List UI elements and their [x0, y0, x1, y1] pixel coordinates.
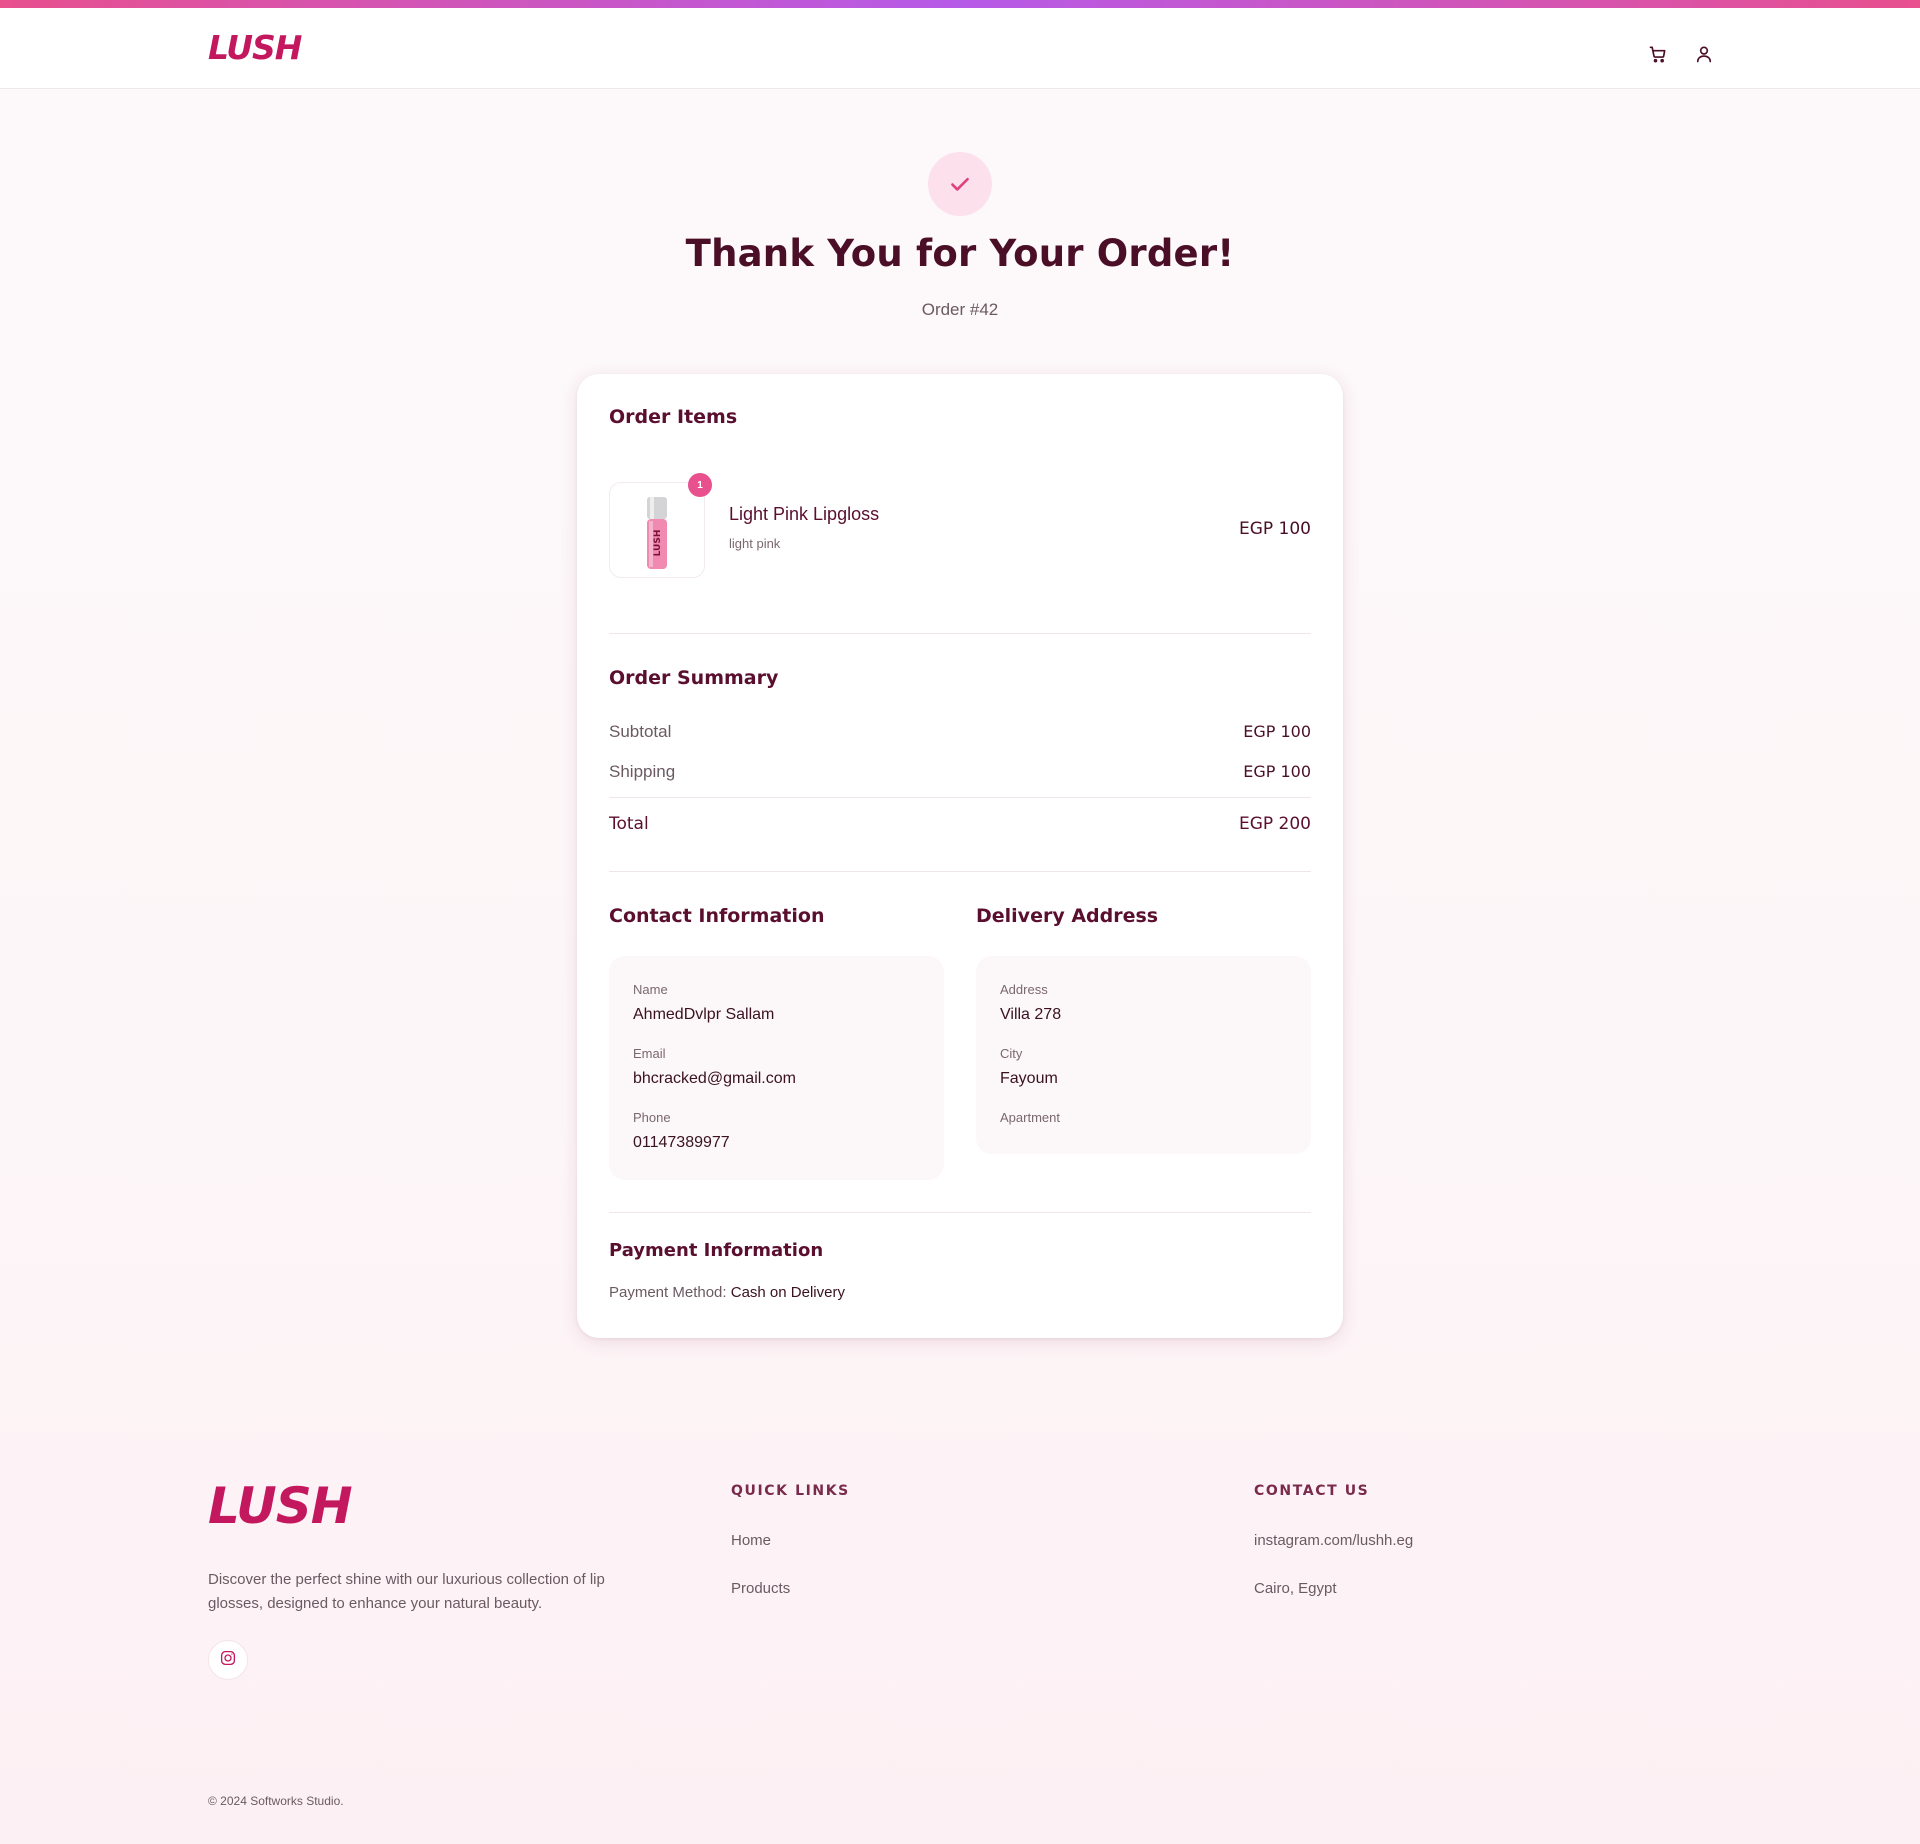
apartment-label: Apartment [1000, 1110, 1060, 1125]
footer-link-home[interactable]: Home [731, 1532, 771, 1549]
shipping-label: Shipping [609, 762, 676, 781]
shipping-value: EGP 100 [1243, 762, 1311, 781]
payment-method: Payment Method: Cash on Delivery [609, 1284, 845, 1301]
logo-text: LUSH [208, 28, 302, 67]
payment-info-heading: Payment Information [609, 1240, 824, 1261]
address-value: Villa 278 [1000, 1006, 1062, 1023]
success-check-icon [928, 152, 992, 216]
total-row: Total EGP 200 [609, 814, 1311, 834]
phone-value: 01147389977 [633, 1134, 730, 1151]
email-label: Email [633, 1046, 666, 1061]
contact-us-heading: CONTACT US [1254, 1483, 1370, 1499]
contact-info-heading: Contact Information [609, 905, 825, 927]
item-price: EGP 100 [1238, 519, 1311, 539]
quick-links-heading: QUICK LINKS [731, 1483, 850, 1499]
divider [609, 1212, 1311, 1213]
subtotal-row: Subtotal EGP 100 [609, 722, 1311, 742]
footer-instagram-link[interactable]: instagram.com/lushh.eg [1254, 1532, 1413, 1549]
footer-location: Cairo, Egypt [1254, 1580, 1337, 1597]
order-summary-heading: Order Summary [609, 667, 779, 689]
address-label: Address [1000, 982, 1048, 997]
instagram-button[interactable] [208, 1640, 248, 1680]
payment-method-label: Payment Method: [609, 1284, 727, 1301]
subtotal-value: EGP 100 [1243, 722, 1311, 741]
top-accent-bar [0, 0, 1920, 8]
city-value: Fayoum [1000, 1070, 1058, 1087]
shipping-row: Shipping EGP 100 [609, 762, 1311, 782]
item-variant: light pink [729, 536, 781, 551]
order-number: Order #42 [921, 300, 999, 319]
delivery-address-box: Address Villa 278 City Fayoum Apartment [976, 956, 1311, 1154]
copyright: © 2024 Softworks Studio. [208, 1794, 344, 1808]
header-actions [1648, 44, 1714, 64]
city-label: City [1000, 1046, 1023, 1061]
delivery-address-heading: Delivery Address [976, 905, 1159, 927]
svg-text:LUSH: LUSH [653, 530, 663, 557]
divider [609, 633, 1311, 634]
total-label: Total [609, 814, 649, 834]
footer-description: Discover the perfect shine with our luxu… [208, 1571, 605, 1612]
page-title: Thank You for Your Order! [685, 232, 1235, 275]
cart-icon[interactable] [1648, 44, 1668, 64]
total-value: EGP 200 [1238, 814, 1311, 834]
subtotal-label: Subtotal [609, 722, 672, 741]
order-items-heading: Order Items [609, 406, 738, 428]
site-logo[interactable]: LUSH [208, 28, 302, 72]
logo-text: LUSH [208, 1477, 353, 1535]
quantity-badge: 1 [688, 473, 712, 497]
order-details-card: Order Items LUSH 1 Light Pink Lipgloss l… [577, 374, 1343, 1338]
lipgloss-image: LUSH [647, 497, 667, 569]
divider [609, 797, 1311, 798]
name-label: Name [633, 982, 668, 997]
product-thumbnail: LUSH [609, 482, 705, 578]
footer-link-products[interactable]: Products [731, 1580, 790, 1597]
name-value: AhmedDvlpr Sallam [633, 1006, 775, 1023]
phone-label: Phone [633, 1110, 671, 1125]
divider [609, 871, 1311, 872]
instagram-icon [219, 1649, 237, 1672]
contact-info-box: Name AhmedDvlpr Sallam Email bhcracked@g… [609, 956, 944, 1180]
email-value: bhcracked@gmail.com [633, 1070, 796, 1087]
footer-logo[interactable]: LUSH [208, 1476, 353, 1536]
payment-method-value: Cash on Delivery [730, 1284, 845, 1301]
user-icon[interactable] [1694, 44, 1714, 64]
site-header: LUSH [0, 8, 1920, 89]
item-name: Light Pink Lipgloss [729, 504, 880, 524]
